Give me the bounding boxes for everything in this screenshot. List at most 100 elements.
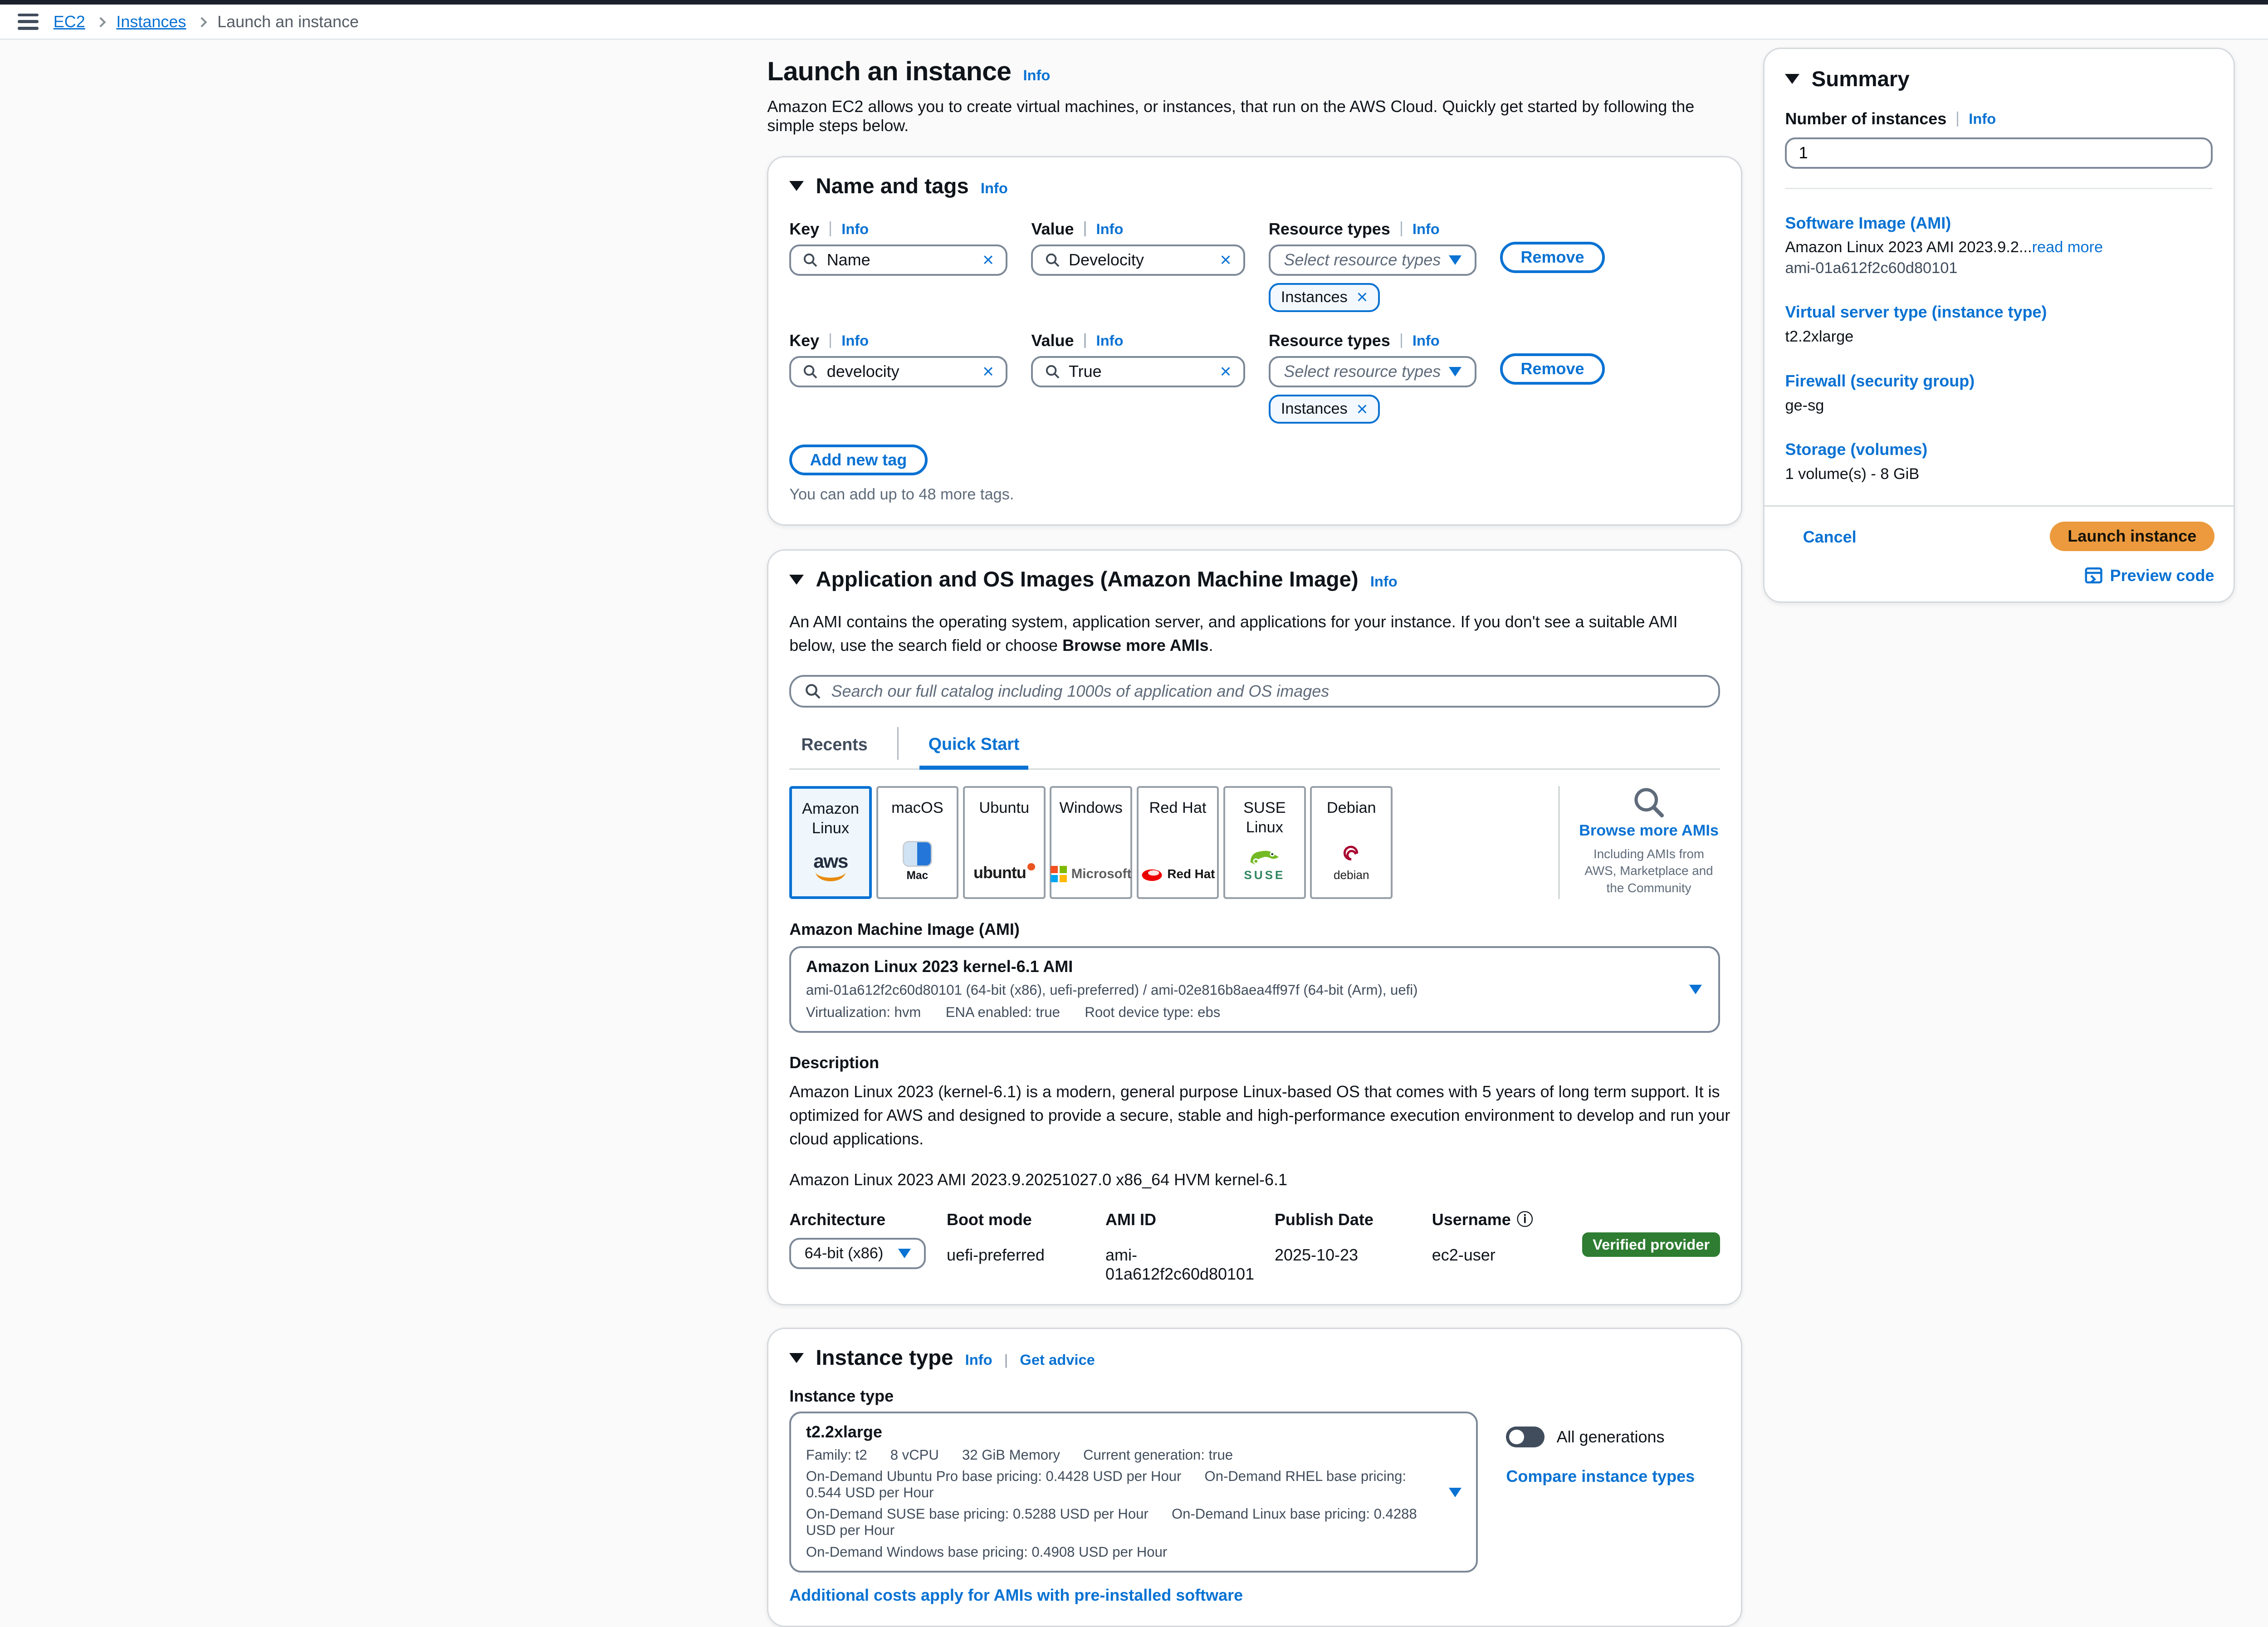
section-application-os-images: Application and OS Images (Amazon Machin… <box>767 549 1742 1305</box>
collapse-caret-icon[interactable] <box>789 575 804 585</box>
instance-type-title: Instance type <box>816 1345 953 1370</box>
collapse-caret-icon[interactable] <box>789 181 804 191</box>
description-label: Description <box>789 1053 1720 1072</box>
page-title: Launch an instance <box>767 56 1011 87</box>
storage-value: 1 volume(s) - 8 GiB <box>1785 465 2213 483</box>
launch-instance-button[interactable]: Launch instance <box>2050 522 2214 551</box>
add-new-tag-button[interactable]: Add new tag <box>789 445 927 476</box>
key-input-field[interactable] <box>827 362 974 381</box>
key-info-link[interactable]: Info <box>841 220 869 238</box>
instance-type-select[interactable]: t2.2xlarge Family: t2 8 vCPU 32 GiB Memo… <box>789 1412 1478 1572</box>
chip-close-icon[interactable]: × <box>1356 288 1368 307</box>
summary-item-software-image: Software Image (AMI) Amazon Linux 2023 A… <box>1785 207 2213 277</box>
ami-tabs: Recents Quick Start <box>789 727 1720 770</box>
number-of-instances-field[interactable] <box>1799 143 2199 162</box>
summary-footer: Cancel Launch instance Preview code <box>1765 505 2234 601</box>
toggle-switch-icon[interactable] <box>1506 1427 1545 1447</box>
value-input-field[interactable] <box>1069 250 1211 269</box>
os-card-windows[interactable]: Windows Microsoft <box>1050 786 1132 899</box>
preview-code-link[interactable]: Preview code <box>2085 566 2214 585</box>
hamburger-menu-icon[interactable] <box>18 14 39 30</box>
browse-more-amis-block: Browse more AMIs Including AMIs from AWS… <box>1558 786 1720 899</box>
cancel-button[interactable]: Cancel <box>1803 528 1857 547</box>
instance-type-info-link[interactable]: Info <box>965 1351 992 1368</box>
clear-icon[interactable]: × <box>1220 362 1232 381</box>
resource-types-select[interactable]: Select resource types <box>1269 356 1476 387</box>
virtual-server-type-link[interactable]: Virtual server type (instance type) <box>1785 303 2047 321</box>
number-of-instances-info-link[interactable]: Info <box>1969 110 1996 127</box>
page-info-link[interactable]: Info <box>1023 67 1050 84</box>
ami-select-details: Virtualization: hvm ENA enabled: true Ro… <box>806 1004 1677 1021</box>
pricing-suse: On-Demand SUSE base pricing: 0.5288 USD … <box>806 1506 1149 1522</box>
resource-types-info-link[interactable]: Info <box>1413 220 1440 238</box>
get-advice-link[interactable]: Get advice <box>1020 1351 1095 1368</box>
key-input[interactable]: × <box>789 244 1007 276</box>
value-input[interactable]: × <box>1031 356 1245 387</box>
ami-id-label: AMI ID <box>1105 1210 1275 1229</box>
os-card-red-hat[interactable]: Red Hat Red Hat <box>1137 786 1219 899</box>
instance-type-pricing-3: On-Demand Windows base pricing: 0.4908 U… <box>806 1544 1437 1560</box>
key-input[interactable]: × <box>789 356 1007 387</box>
value-info-link[interactable]: Info <box>1096 220 1124 238</box>
name-and-tags-info-link[interactable]: Info <box>981 180 1008 197</box>
name-and-tags-title: Name and tags <box>816 174 968 199</box>
ami-section-info-link[interactable]: Info <box>1370 573 1398 590</box>
mac-finder-icon: Mac <box>903 841 932 883</box>
resource-types-placeholder: Select resource types <box>1284 250 1441 269</box>
chip-close-icon[interactable]: × <box>1356 400 1368 419</box>
publish-date-label: Publish Date <box>1275 1210 1432 1229</box>
collapse-caret-icon[interactable] <box>1785 74 1799 84</box>
value-info-link[interactable]: Info <box>1096 332 1124 349</box>
number-of-instances-input[interactable] <box>1785 137 2213 169</box>
collapse-caret-icon[interactable] <box>789 1353 804 1363</box>
instances-chip[interactable]: Instances × <box>1269 395 1380 424</box>
os-card-ubuntu[interactable]: Ubuntu ubuntu <box>963 786 1046 899</box>
resource-types-select[interactable]: Select resource types <box>1269 244 1476 276</box>
ami-select[interactable]: Amazon Linux 2023 kernel-6.1 AMI ami-01a… <box>789 946 1720 1033</box>
caret-down-icon <box>1449 255 1461 265</box>
breadcrumb-link-ec2[interactable]: EC2 <box>54 12 85 31</box>
remove-tag-button[interactable]: Remove <box>1500 242 1604 273</box>
firewall-link[interactable]: Firewall (security group) <box>1785 371 1975 390</box>
instances-chip[interactable]: Instances × <box>1269 283 1380 312</box>
value-input-field[interactable] <box>1069 362 1211 381</box>
ami-search-input[interactable] <box>789 675 1720 708</box>
breadcrumb-link-instances[interactable]: Instances <box>116 12 186 31</box>
compare-instance-types-link[interactable]: Compare instance types <box>1506 1467 1695 1486</box>
key-input-field[interactable] <box>827 250 974 269</box>
os-card-amazon-linux[interactable]: Amazon Linux aws <box>789 786 872 899</box>
value-label: Value <box>1031 220 1074 239</box>
search-icon <box>803 253 818 268</box>
key-info-link[interactable]: Info <box>841 332 869 349</box>
os-card-macos[interactable]: macOS Mac <box>876 786 959 899</box>
info-circle-icon[interactable]: ⓘ <box>1517 1212 1533 1228</box>
ami-ena: ENA enabled: true <box>946 1004 1060 1020</box>
clear-icon[interactable]: × <box>982 362 994 381</box>
ami-search-field[interactable] <box>831 682 1705 701</box>
additional-costs-link[interactable]: Additional costs apply for AMIs with pre… <box>789 1586 1720 1605</box>
value-input[interactable]: × <box>1031 244 1245 276</box>
remove-tag-button[interactable]: Remove <box>1500 353 1604 385</box>
clear-icon[interactable]: × <box>1220 250 1232 270</box>
architecture-select[interactable]: 64-bit (x86) <box>789 1238 926 1269</box>
ami-intro-period: . <box>1209 636 1213 655</box>
browse-more-amis-note: Including AMIs from AWS, Marketplace and… <box>1578 845 1720 897</box>
tab-quick-start[interactable]: Quick Start <box>919 728 1028 770</box>
os-card-suse-linux[interactable]: SUSE Linux SUSE <box>1223 786 1306 899</box>
read-more-link[interactable]: read more <box>2032 239 2103 256</box>
search-icon <box>1045 253 1060 268</box>
tab-recents[interactable]: Recents <box>792 729 877 766</box>
ami-select-ids: ami-01a612f2c60d80101 (64-bit (x86), uef… <box>806 982 1677 998</box>
page-description: Amazon EC2 allows you to create virtual … <box>767 97 1742 135</box>
software-image-link[interactable]: Software Image (AMI) <box>1785 214 1951 232</box>
browse-more-amis-link[interactable]: Browse more AMIs <box>1579 822 1719 840</box>
os-card-debian[interactable]: Debian debian <box>1310 786 1393 899</box>
clear-icon[interactable]: × <box>982 250 994 270</box>
breadcrumb-bar: EC2 Instances Launch an instance <box>0 5 2268 40</box>
all-generations-toggle[interactable]: All generations <box>1506 1427 1695 1447</box>
breadcrumb: EC2 Instances Launch an instance <box>54 12 359 31</box>
red-hat-logo: Red Hat <box>1141 841 1215 883</box>
resource-types-info-link[interactable]: Info <box>1413 332 1440 349</box>
ami-intro-main: An AMI contains the operating system, ap… <box>789 612 1677 655</box>
storage-link[interactable]: Storage (volumes) <box>1785 440 1927 459</box>
